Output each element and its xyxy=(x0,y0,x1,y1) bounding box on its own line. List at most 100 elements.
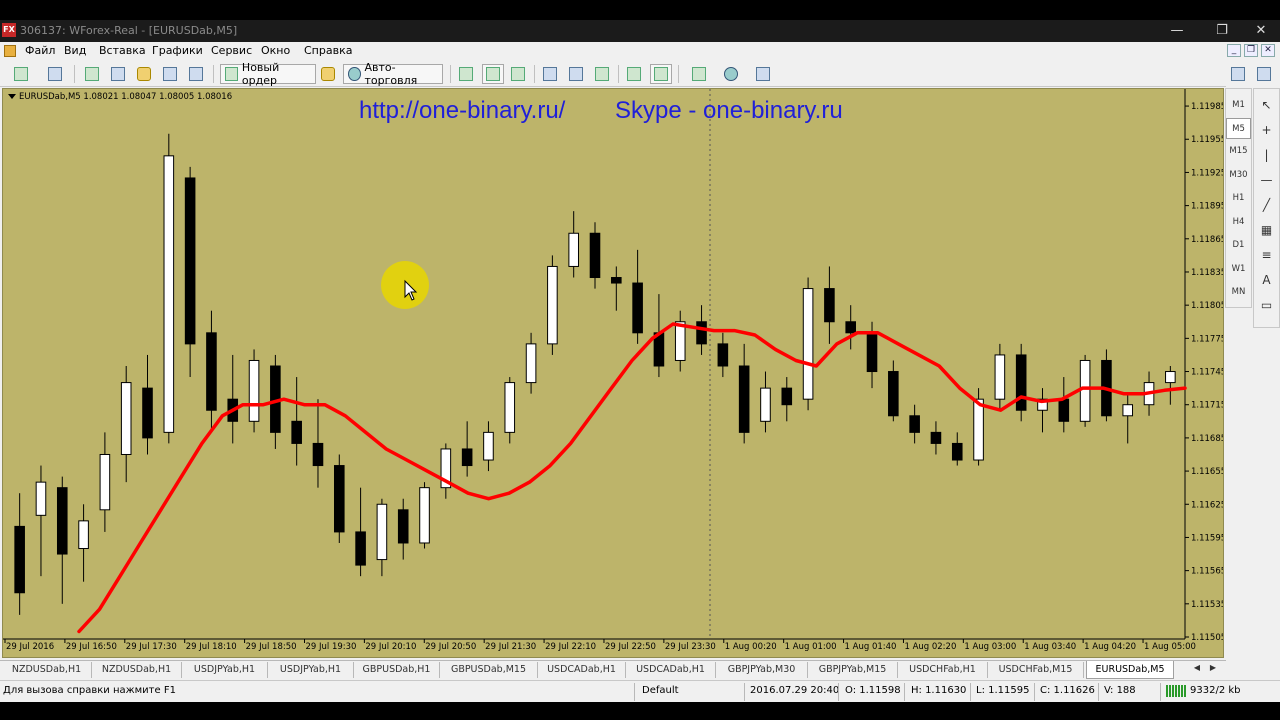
profiles-button[interactable] xyxy=(42,64,68,84)
time-tick-label: 29 Jul 19:30 xyxy=(305,642,356,652)
tab-chart[interactable]: USDJPYab,H1 xyxy=(268,662,354,678)
crosshair-tool-icon[interactable]: + xyxy=(1254,118,1279,142)
menu-insert[interactable]: Вставка xyxy=(99,44,146,57)
chart-tabs: NZDUSDab,H1 NZDUSDab,H1 USDJPYab,H1 USDJ… xyxy=(0,660,1226,679)
tab-chart[interactable]: GBPJPYab,M30 xyxy=(716,662,808,678)
templates-icon xyxy=(756,67,770,81)
zoom-out-button[interactable] xyxy=(566,64,586,84)
tf-w1[interactable]: W1 xyxy=(1226,259,1251,280)
autoscroll-button[interactable] xyxy=(624,64,644,84)
candle-body xyxy=(951,442,963,461)
tab-chart[interactable]: NZDUSDab,H1 xyxy=(92,662,182,678)
tile-windows-icon xyxy=(595,67,609,81)
tab-chart[interactable]: USDCADab,H1 xyxy=(538,662,626,678)
search-button[interactable] xyxy=(1228,64,1248,84)
tab-chart[interactable]: USDCHFab,H1 xyxy=(898,662,988,678)
minimize-button[interactable]: — xyxy=(1162,20,1192,42)
text-tool-icon[interactable]: A xyxy=(1254,268,1279,292)
price-tick-label: 1.11715 xyxy=(1191,401,1223,411)
tf-m30[interactable]: M30 xyxy=(1226,165,1251,186)
candle-body xyxy=(547,265,558,345)
tf-h1[interactable]: H1 xyxy=(1226,188,1251,209)
status-separator xyxy=(634,683,635,701)
navigator-button[interactable] xyxy=(134,64,154,84)
zoom-out-icon xyxy=(569,67,583,81)
price-tick-label: 1.11835 xyxy=(1191,268,1223,278)
tf-d1[interactable]: D1 xyxy=(1226,235,1251,256)
menu-window[interactable]: Окно xyxy=(261,44,290,57)
restore-button[interactable]: ❐ xyxy=(1207,20,1237,42)
time-tick-label: 1 Aug 02:20 xyxy=(904,642,956,652)
label-tool-icon[interactable]: ▭ xyxy=(1254,293,1279,317)
time-tick-label: 1 Aug 01:00 xyxy=(785,642,837,652)
menu-view[interactable]: Вид xyxy=(64,44,86,57)
tab-chart[interactable]: GBPJPYab,M15 xyxy=(808,662,898,678)
indicators-button[interactable] xyxy=(684,64,714,84)
tab-scroll-right-icon[interactable]: ▶ xyxy=(1206,663,1220,672)
channel-icon[interactable]: ▦ xyxy=(1254,218,1279,242)
tile-windows-button[interactable] xyxy=(592,64,612,84)
data-window-button[interactable] xyxy=(108,64,128,84)
chart-close-button[interactable]: ✕ xyxy=(1261,44,1275,57)
tf-h4[interactable]: H4 xyxy=(1226,212,1251,233)
tab-chart[interactable]: USDCHFab,M15 xyxy=(988,662,1084,678)
tab-chart-active[interactable]: EURUSDab,M5 xyxy=(1086,661,1174,679)
bar-chart-button[interactable] xyxy=(456,64,476,84)
tf-m5[interactable]: M5 xyxy=(1226,118,1251,139)
tab-chart[interactable]: USDCADab,H1 xyxy=(626,662,716,678)
horizontal-line-icon[interactable]: — xyxy=(1254,168,1279,192)
new-chart-button[interactable] xyxy=(6,64,36,84)
toolbar-separator xyxy=(534,65,535,83)
chart-minimize-button[interactable]: _ xyxy=(1227,44,1241,57)
terminal-button[interactable] xyxy=(160,64,180,84)
zoom-in-button[interactable] xyxy=(540,64,560,84)
line-chart-button[interactable] xyxy=(508,64,528,84)
watermark-url: http://one-binary.ru/ xyxy=(359,97,566,124)
menu-charts[interactable]: Графики xyxy=(152,44,203,57)
periods-button[interactable] xyxy=(716,64,746,84)
tab-scroll-left-icon[interactable]: ◀ xyxy=(1190,663,1204,672)
tf-mn[interactable]: MN xyxy=(1226,282,1251,303)
new-order-button[interactable]: Новый ордер xyxy=(220,61,316,87)
chart-restore-button[interactable]: ❐ xyxy=(1244,44,1258,57)
vertical-line-icon[interactable]: | xyxy=(1254,143,1279,167)
candlestick-button[interactable] xyxy=(482,64,504,84)
collapse-triangle-icon[interactable] xyxy=(8,94,16,99)
menu-help[interactable]: Справка xyxy=(304,44,352,57)
metaeditor-button[interactable] xyxy=(318,64,338,84)
price-tick-label: 1.11535 xyxy=(1191,600,1223,610)
candle-body xyxy=(419,487,430,544)
tab-chart[interactable]: GBPUSDab,H1 xyxy=(354,662,440,678)
price-tick-label: 1.11985 xyxy=(1191,102,1223,112)
fibonacci-icon[interactable]: ≡ xyxy=(1254,243,1279,267)
market-watch-button[interactable] xyxy=(82,64,102,84)
tf-m1[interactable]: M1 xyxy=(1226,95,1251,116)
menu-tools[interactable]: Сервис xyxy=(211,44,252,57)
status-volume: V: 188 xyxy=(1104,685,1136,696)
terminal-icon xyxy=(163,67,177,81)
cursor-tool-icon[interactable]: ↖ xyxy=(1254,93,1279,117)
tf-m15[interactable]: M15 xyxy=(1226,141,1251,162)
tester-button[interactable] xyxy=(186,64,206,84)
tab-chart[interactable]: USDJPYab,H1 xyxy=(182,662,268,678)
autotrading-button[interactable]: Авто-торговля xyxy=(343,61,443,87)
candle-body xyxy=(930,431,942,444)
time-tick-label: 1 Aug 04:20 xyxy=(1084,642,1136,652)
crosshair-icon xyxy=(111,67,125,81)
close-button[interactable]: ✕ xyxy=(1246,20,1276,42)
templates-button[interactable] xyxy=(748,64,778,84)
trendline-icon[interactable]: ╱ xyxy=(1254,193,1279,217)
chart-shift-button[interactable] xyxy=(650,64,672,84)
chart-symbol-ohlc: EURUSDab,M5 1.08021 1.08047 1.08005 1.08… xyxy=(19,92,233,102)
menu-bar: Файл Вид Вставка Графики Сервис Окно Спр… xyxy=(0,42,1280,60)
chat-button[interactable] xyxy=(1254,64,1274,84)
chart-window-icon[interactable] xyxy=(4,45,16,57)
candle-body xyxy=(674,321,686,361)
chart-window[interactable]: 1.11985 1.11955 1.11925 1.11895 1.11865 1.118… xyxy=(2,88,1224,658)
tab-chart[interactable]: NZDUSDab,H1 xyxy=(2,662,92,678)
menu-file[interactable]: Файл xyxy=(25,44,55,57)
price-tick-label: 1.11565 xyxy=(1191,567,1223,577)
tab-chart[interactable]: GBPUSDab,M15 xyxy=(440,662,538,678)
candle-body xyxy=(461,448,473,467)
time-tick-label: 29 Jul 20:50 xyxy=(425,642,476,652)
